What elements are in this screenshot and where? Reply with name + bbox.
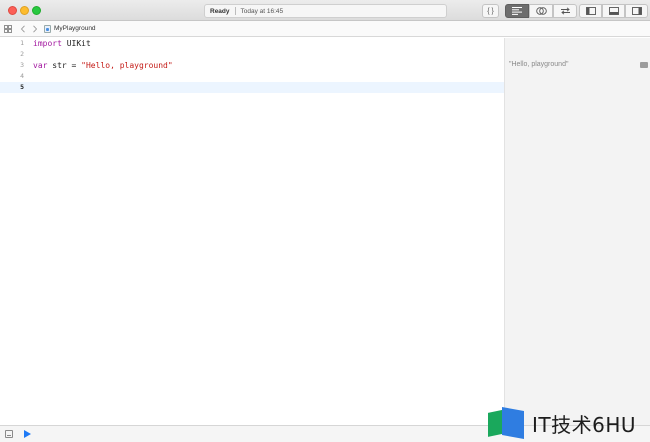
watermark: IT技术6HU bbox=[488, 407, 637, 439]
watermark-logo-icon bbox=[488, 407, 528, 439]
zoom-window-button[interactable] bbox=[32, 6, 41, 15]
line-number: 2 bbox=[20, 50, 24, 58]
code-text: var str = "Hello, playground" bbox=[33, 60, 173, 71]
debug-area-icon[interactable] bbox=[5, 430, 13, 438]
lines-icon bbox=[512, 7, 522, 15]
version-editor-button[interactable] bbox=[553, 4, 577, 18]
code-line[interactable]: 1 import UIKit bbox=[0, 38, 504, 49]
braces-icon: { } bbox=[487, 7, 494, 15]
status-text: Ready bbox=[210, 7, 230, 15]
watermark-text: IT技术6HU bbox=[532, 412, 637, 437]
current-code-line[interactable]: 5 bbox=[0, 82, 504, 93]
line-number: 4 bbox=[20, 72, 24, 80]
run-play-icon[interactable] bbox=[24, 430, 31, 438]
code-text: import UIKit bbox=[33, 38, 91, 49]
venn-icon bbox=[535, 7, 547, 15]
navigator-toggle-button[interactable] bbox=[579, 4, 602, 18]
results-sidebar: "Hello, playground" bbox=[504, 38, 650, 425]
code-line[interactable]: 3 var str = "Hello, playground" bbox=[0, 60, 504, 71]
debug-area-toggle-button[interactable] bbox=[602, 4, 625, 18]
forward-chevron-icon[interactable] bbox=[32, 24, 38, 33]
editor-mode-control bbox=[505, 4, 577, 18]
arrows-icon bbox=[560, 7, 570, 15]
standard-editor-button[interactable] bbox=[505, 4, 529, 18]
view-panels-control bbox=[579, 4, 648, 18]
activity-status: Ready Today at 16:45 bbox=[204, 4, 447, 18]
plain-token: str = bbox=[47, 61, 82, 70]
string-token: "Hello, playground" bbox=[81, 61, 173, 70]
keyword-token: var bbox=[33, 61, 48, 70]
keyword-token: import bbox=[33, 39, 62, 48]
title-bar: Ready Today at 16:45 { } bbox=[0, 0, 650, 21]
back-chevron-icon[interactable] bbox=[20, 24, 26, 33]
plain-token: UIKit bbox=[61, 39, 91, 48]
related-items-icon[interactable] bbox=[4, 24, 12, 33]
line-number: 3 bbox=[20, 61, 24, 69]
status-time: Today at 16:45 bbox=[240, 7, 284, 15]
left-panel-icon bbox=[585, 7, 596, 15]
code-line[interactable]: 2 bbox=[0, 49, 504, 60]
right-panel-icon bbox=[631, 7, 642, 15]
jump-bar-file-name[interactable]: MyPlayground bbox=[54, 25, 96, 32]
jump-bar: MyPlayground bbox=[0, 21, 650, 37]
bottom-panel-icon bbox=[608, 7, 619, 15]
code-editor[interactable]: 1 import UIKit 2 3 var str = "Hello, pla… bbox=[0, 38, 504, 425]
quick-look-icon[interactable] bbox=[640, 61, 648, 68]
result-value: "Hello, playground" bbox=[509, 61, 569, 68]
code-line[interactable]: 4 bbox=[0, 71, 504, 82]
close-window-button[interactable] bbox=[8, 6, 17, 15]
library-button[interactable]: { } bbox=[482, 4, 499, 18]
assistant-editor-button[interactable] bbox=[529, 4, 553, 18]
minimize-window-button[interactable] bbox=[20, 6, 29, 15]
inspector-toggle-button[interactable] bbox=[625, 4, 648, 18]
status-separator bbox=[234, 7, 236, 15]
line-number: 1 bbox=[20, 39, 24, 47]
result-row: "Hello, playground" bbox=[505, 59, 650, 70]
line-number: 5 bbox=[20, 83, 24, 91]
playground-file-icon bbox=[44, 24, 51, 33]
